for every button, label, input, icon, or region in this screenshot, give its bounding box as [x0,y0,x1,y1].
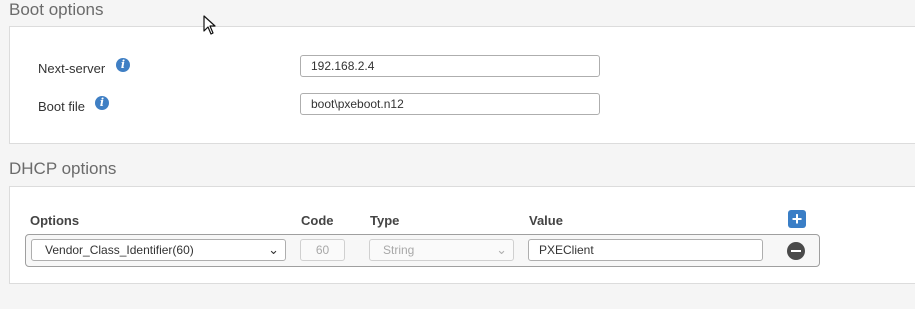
chevron-down-icon: ⌄ [496,242,507,257]
option-select-value: Vendor_Class_Identifier(60) [45,243,194,257]
boot-file-info-icon[interactable]: i [95,96,109,110]
boot-options-title: Boot options [9,0,104,19]
next-server-input[interactable] [300,55,600,77]
value-input[interactable] [528,239,763,261]
code-column-header: Code [301,213,334,228]
options-column-header: Options [30,213,80,228]
type-column-header: Type [370,213,400,228]
mouse-pointer-icon [203,15,216,35]
dhcp-options-title: DHCP options [9,159,117,178]
next-server-label: Next-server [38,61,106,76]
boot-file-label: Boot file [38,99,85,114]
type-select: String ⌄ [369,239,514,261]
type-select-value: String [383,243,415,257]
code-field: 60 [300,239,345,261]
next-server-info-icon[interactable]: i [116,58,130,72]
option-select[interactable]: Vendor_Class_Identifier(60) ⌄ [31,239,286,261]
chevron-down-icon: ⌄ [268,242,279,257]
value-column-header: Value [529,213,563,228]
remove-option-button[interactable] [787,242,805,260]
plus-icon: + [791,209,803,229]
boot-options-panel [9,26,915,144]
add-option-button[interactable]: + [788,210,806,228]
boot-file-input[interactable] [300,93,600,115]
